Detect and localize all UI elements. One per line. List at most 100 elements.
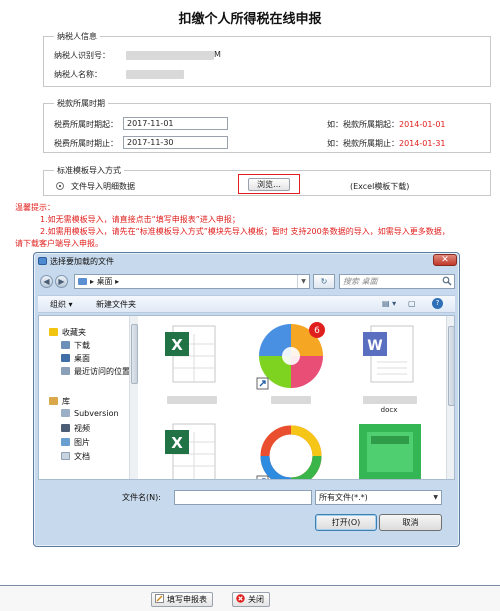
dialog-bottom-area: 文件名(N): 所有文件(*.*) ▼ 打开(O) 取消 <box>34 481 459 548</box>
favorites-header[interactable]: 收藏夹 <box>49 327 86 338</box>
nav-item-label: 最近访问的位置 <box>74 367 130 376</box>
nav-item-label: 下载 <box>74 341 90 350</box>
file-item[interactable] <box>349 420 429 479</box>
document-icon <box>61 452 70 460</box>
footer-bar: 填写申报表 关闭 <box>0 585 500 611</box>
nav-item-documents[interactable]: 文档 <box>61 451 90 462</box>
file-item[interactable] <box>251 420 331 479</box>
tips-line-2: 2.如需用模板导入，请先在“标准模板导入方式”模块先导入模板；暂时 支持200条… <box>40 227 450 236</box>
file-item[interactable]: 6 <box>251 320 331 404</box>
chevron-down-icon[interactable]: ▼ <box>297 275 309 288</box>
filename-input[interactable] <box>174 490 312 505</box>
favorites-header-label: 收藏夹 <box>62 328 86 337</box>
address-text: 桌面 <box>96 277 113 286</box>
file-item[interactable]: W docx <box>349 322 429 414</box>
dialog-toolbar: 组织 ▾ 新建文件夹 ▤ ▾ ▢ ? <box>38 295 455 313</box>
picture-icon <box>61 438 70 446</box>
new-folder-button[interactable]: 新建文件夹 <box>96 299 136 310</box>
dialog-nav-row: ◀ ▶ ▸ 桌面 ▸ ▼ ↻ 搜索 桌面 <box>38 273 455 291</box>
preview-pane-icon[interactable]: ▢ <box>408 299 416 308</box>
search-icon <box>442 276 452 286</box>
files-scrollbar-thumb[interactable] <box>448 326 454 406</box>
green-app-icon <box>359 424 421 479</box>
files-scrollbar[interactable] <box>446 316 454 479</box>
nav-item-subversion[interactable]: Subversion <box>61 409 119 418</box>
close-icon <box>236 594 245 603</box>
svg-text:W: W <box>367 338 382 354</box>
nav-item-pictures[interactable]: 图片 <box>61 437 90 448</box>
excel-file-icon: X <box>165 325 216 383</box>
import-method-legend: 标准模板导入方式 <box>54 165 124 176</box>
period-end-hint-example: 2014-01-31 <box>399 139 446 148</box>
nav-scrollbar[interactable] <box>129 316 138 479</box>
nav-item-videos[interactable]: 视频 <box>61 423 90 434</box>
taxpayer-name-redacted <box>126 70 184 79</box>
organize-button[interactable]: 组织 ▾ <box>50 299 73 310</box>
libraries-header[interactable]: 库 <box>49 396 70 407</box>
tips-line-3: 请下载客户端导入申报。 <box>15 239 103 248</box>
tips-line-1: 1.如无需模板导入，请直接点击“填写申报表”进入申报； <box>40 215 240 224</box>
close-button[interactable]: 关闭 <box>232 592 270 607</box>
nav-item-label: Subversion <box>74 409 119 418</box>
taxpayer-info-legend: 纳税人信息 <box>54 31 100 42</box>
taxpayer-id-redacted <box>126 51 214 60</box>
excel-file-icon: X <box>165 423 216 479</box>
chevron-down-icon: ▼ <box>433 494 438 501</box>
import-method-section: 标准模板导入方式 文件导入明细数据 浏览… (Excel模板下载) <box>43 165 491 196</box>
navigation-pane: 收藏夹 下载 桌面 最近访问的位置 库 Subversion 视频 图片 文档 <box>39 316 138 479</box>
filetype-select[interactable]: 所有文件(*.*) ▼ <box>315 490 442 505</box>
dialog-close-button[interactable]: ✕ <box>433 254 457 266</box>
tax-period-section: 税款所属时期 税费所属时期起： 2017-11-01 如：税款所属期起：2014… <box>43 98 491 153</box>
period-end-label: 税费所属时期止： <box>54 139 118 148</box>
close-label: 关闭 <box>248 595 264 604</box>
fill-form-label: 填写申报表 <box>167 595 207 604</box>
address-bar[interactable]: ▸ 桌面 ▸ ▼ <box>74 274 310 289</box>
period-end-input[interactable]: 2017-11-30 <box>123 136 228 149</box>
period-start-hint-example: 2014-01-01 <box>399 120 446 129</box>
address-chevron-icon: ▸ <box>112 277 120 286</box>
forward-icon[interactable]: ▶ <box>55 275 68 288</box>
file-label-partial: docx <box>380 406 398 414</box>
nav-item-recent[interactable]: 最近访问的位置 <box>61 366 130 377</box>
help-icon[interactable]: ? <box>432 298 443 309</box>
nav-item-downloads[interactable]: 下载 <box>61 340 90 351</box>
filename-label: 文件名(N): <box>122 493 161 502</box>
word-file-icon: W <box>363 325 414 383</box>
view-options-icon[interactable]: ▤ ▾ <box>382 299 396 308</box>
folder-icon <box>78 278 87 285</box>
recent-places-icon <box>61 367 70 375</box>
file-label-redacted <box>271 396 311 404</box>
dialog-app-icon <box>38 257 47 265</box>
libraries-header-label: 库 <box>62 397 70 406</box>
browse-button[interactable]: 浏览… <box>248 178 290 191</box>
nav-item-label: 桌面 <box>74 354 90 363</box>
refresh-icon[interactable]: ↻ <box>313 274 335 289</box>
file-import-radio-label: 文件导入明细数据 <box>71 182 135 191</box>
template-download-link[interactable]: (Excel模板下载) <box>350 181 409 192</box>
file-item[interactable]: X <box>151 322 231 404</box>
search-placeholder: 搜索 桌面 <box>343 277 378 286</box>
desktop-icon <box>61 354 70 362</box>
period-start-input[interactable]: 2017-11-01 <box>123 117 228 130</box>
fill-form-button[interactable]: 填写申报表 <box>151 592 213 607</box>
app-colorful-icon: 6 <box>256 322 325 390</box>
video-icon <box>61 424 70 432</box>
nav-scrollbar-thumb[interactable] <box>131 324 138 384</box>
file-label-redacted <box>363 396 417 404</box>
dialog-title: 选择要加载的文件 <box>50 257 114 266</box>
svg-text:X: X <box>171 336 183 354</box>
file-item[interactable]: X <box>151 420 231 479</box>
search-input[interactable]: 搜索 桌面 <box>339 274 455 289</box>
tips-title: 温馨提示： <box>15 203 55 212</box>
file-import-radio[interactable] <box>56 182 64 190</box>
period-start-label: 税费所属时期起： <box>54 120 118 129</box>
nav-item-desktop[interactable]: 桌面 <box>61 353 90 364</box>
cancel-button[interactable]: 取消 <box>379 514 442 531</box>
dialog-titlebar[interactable]: 选择要加载的文件 ✕ <box>34 253 459 269</box>
svg-text:X: X <box>171 434 183 452</box>
page-title: 扣缴个人所得税在线申报 <box>178 12 322 27</box>
subversion-icon <box>61 409 70 417</box>
back-icon[interactable]: ◀ <box>40 275 53 288</box>
taxpayer-id-label: 纳税人识别号： <box>54 51 110 60</box>
open-button[interactable]: 打开(O) <box>315 514 377 531</box>
